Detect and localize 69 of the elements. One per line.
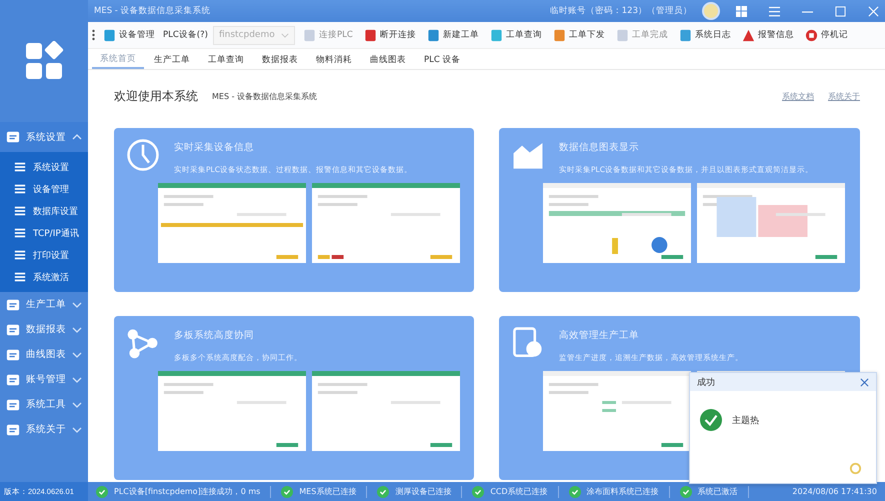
menu-icon — [6, 130, 20, 144]
tab[interactable]: 曲线图表 — [362, 50, 414, 69]
sidebar-group[interactable]: 生产工单 — [0, 292, 88, 317]
caret-icon — [280, 32, 289, 38]
chevron-icon — [72, 426, 82, 432]
sidebar-item[interactable]: 设备管理 — [0, 178, 88, 200]
status-text: PLC设备[finstcpdemo]连接成功，0 ms — [114, 486, 260, 497]
toast-title: 成功 — [697, 376, 715, 388]
maximize-icon[interactable] — [835, 6, 846, 16]
menu-icon[interactable] — [769, 6, 780, 16]
tab[interactable]: 生产工单 — [146, 50, 198, 69]
toolbar-button[interactable]: 设备管理 — [100, 26, 158, 44]
chevron-icon — [72, 302, 82, 308]
avatar-icon[interactable] — [702, 2, 720, 20]
card-title: 实时采集设备信息 — [174, 141, 255, 154]
card-title: 数据信息图表显示 — [559, 141, 640, 154]
warning-icon — [742, 28, 755, 42]
card-title: 高效管理生产工单 — [559, 329, 640, 342]
windows-icon[interactable] — [736, 6, 747, 16]
sidebar-item[interactable]: 打印设置 — [0, 244, 88, 266]
sidebar-item[interactable]: 系统设置 — [0, 156, 88, 178]
system-subtitle: MES - 设备数据信息采集系统 — [212, 90, 318, 102]
card-title: 多板系统高度协同 — [174, 329, 255, 342]
menu-icon — [14, 161, 26, 173]
success-icon — [700, 409, 722, 431]
status-text: 涂布面料系统已连接 — [586, 486, 659, 497]
clock-icon — [126, 138, 160, 172]
sidebar-group[interactable]: 系统工具 — [0, 392, 88, 417]
close-icon[interactable] — [860, 378, 869, 386]
tab[interactable]: 工单查询 — [200, 50, 252, 69]
toolbar-button[interactable]: 工单下发 — [550, 26, 608, 44]
toast-message: 主题热 — [732, 414, 759, 426]
tab[interactable]: 物料消耗 — [308, 50, 360, 69]
sidebar-item[interactable]: 系统激活 — [0, 266, 88, 288]
sidebar-group[interactable]: 数据报表 — [0, 317, 88, 342]
toolbar-button[interactable]: 系统日志 — [676, 26, 734, 44]
chevron-icon — [72, 326, 82, 332]
header-link[interactable]: 系统文档 — [782, 90, 814, 102]
welcome-heading: 欢迎使用本系统 — [114, 88, 198, 104]
status-text: 测厚设备已连接 — [395, 486, 452, 497]
status-text: MES系统已连接 — [299, 486, 356, 497]
sidebar-group[interactable]: 系统关于 — [0, 417, 88, 442]
chevron-icon — [72, 402, 82, 408]
chevron-icon — [72, 376, 82, 382]
chevron-icon — [72, 134, 82, 140]
account-label: 临时账号（密码：123）（管理员） — [550, 5, 692, 17]
header-link[interactable]: 系统关于 — [828, 90, 860, 102]
window-title: MES - 设备数据信息采集系统 — [94, 5, 211, 17]
status-time: 2024/08/06 17:41:30 — [792, 487, 878, 496]
toolbar-button[interactable]: 报警信息 — [738, 26, 797, 44]
sidebar-item[interactable]: TCP/IP通讯 — [0, 222, 88, 244]
toolbar-button[interactable]: 停机记 — [802, 26, 851, 44]
sidebar-item[interactable]: 数据库设置 — [0, 200, 88, 222]
toolbar-button[interactable]: 断开连接 — [360, 26, 419, 44]
sidebar-group[interactable]: 系统设置 — [0, 122, 88, 152]
grip-icon[interactable] — [92, 29, 95, 41]
status-text: 系统已激活 — [698, 486, 738, 497]
spinner-icon — [849, 462, 862, 475]
toolbar-button[interactable]: 新建工单 — [424, 26, 482, 44]
logo-icon — [24, 41, 64, 81]
tab[interactable]: 数据报表 — [254, 50, 306, 69]
sidebar-group[interactable]: 账号管理 — [0, 367, 88, 392]
toolbar-button[interactable]: 工单查询 — [486, 26, 545, 44]
sidebar-group[interactable]: 曲线图表 — [0, 342, 88, 367]
stop-icon — [804, 28, 818, 42]
status-text: CCD系统已连接 — [490, 486, 548, 497]
tab[interactable]: PLC 设备 — [416, 50, 468, 69]
chevron-icon — [72, 352, 82, 358]
plc-label: PLC设备(?) — [163, 29, 208, 41]
